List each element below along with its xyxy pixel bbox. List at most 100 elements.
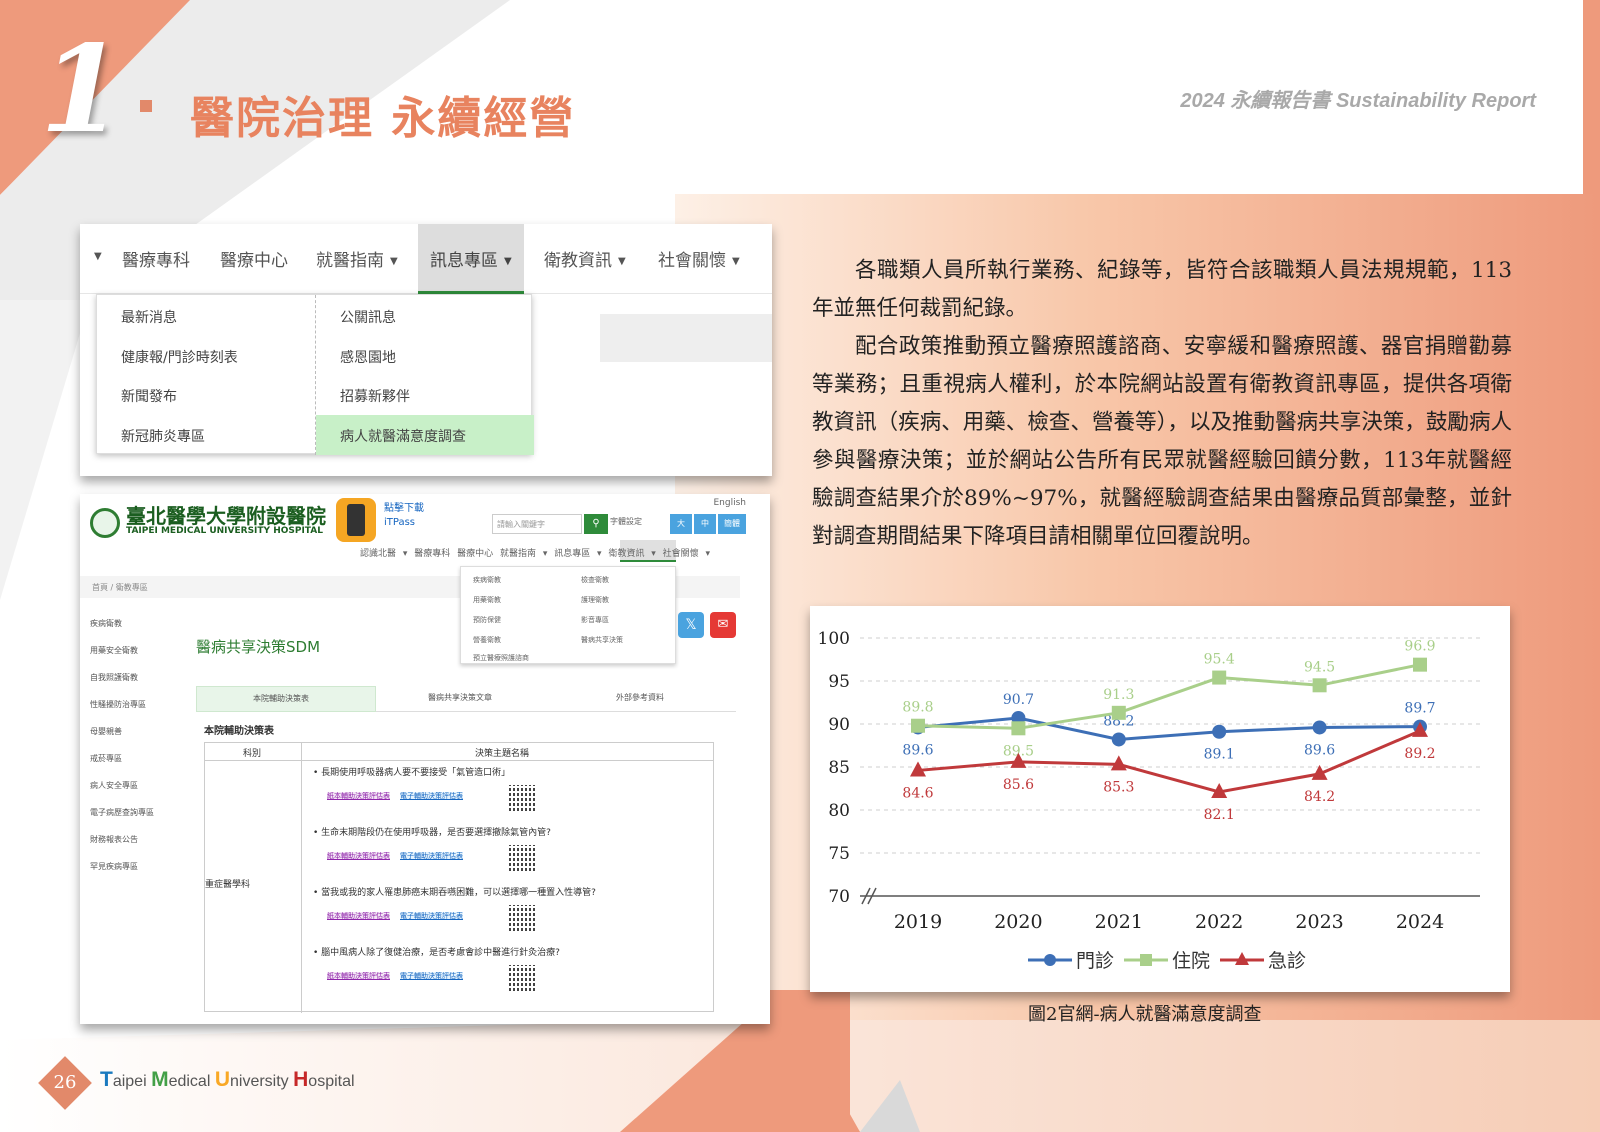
decision-links: 紙本輔助決策評估表 電子輔助決策評估表 xyxy=(327,971,463,981)
y-tick-label: 70 xyxy=(828,887,850,907)
sidebar-item[interactable]: 病人安全專區 xyxy=(90,780,190,807)
dropdown-item[interactable]: 預立醫療照護諮商 xyxy=(473,653,529,663)
dropdown-item[interactable]: 預防保健 xyxy=(473,615,501,625)
background-strip xyxy=(600,314,772,362)
nav-item-guide[interactable]: 就醫指南 ▼ xyxy=(316,246,398,271)
dropdown-item[interactable]: 檢查衛教 xyxy=(581,575,609,585)
sidebar-item[interactable]: 電子病歷查詢專區 xyxy=(90,807,190,834)
report-title: 2024 永續報告書 Sustainability Report xyxy=(1180,90,1536,112)
table-header: 科別 決策主題名稱 xyxy=(205,743,713,761)
y-tick-label: 95 xyxy=(828,672,850,692)
language-button[interactable]: 簡體 xyxy=(718,514,746,534)
tab-external-references[interactable]: 外部參考資料 xyxy=(616,692,664,703)
chevron-down-icon: ▼ xyxy=(504,255,512,267)
dropdown-item[interactable]: 最新消息 xyxy=(121,307,177,327)
data-point xyxy=(1312,678,1327,693)
paper-form-link[interactable]: 紙本輔助決策評估表 xyxy=(327,912,390,920)
data-point xyxy=(1011,721,1026,736)
satisfaction-chart-svg: 100 95 90 85 80 75 70 2019 2020 2021 2022 2023 2024 8… xyxy=(818,629,1480,972)
sidebar-item[interactable]: 母嬰親善 xyxy=(90,726,190,753)
y-tick-label: 90 xyxy=(828,715,850,735)
sidebar-item[interactable]: 戒菸專區 xyxy=(90,753,190,780)
website-screenshot: 臺北醫學大學附設醫院 TAIPEI MEDICAL UNIVERSITY HOS… xyxy=(80,494,770,1024)
nav-item-guide-label: 就醫指南 xyxy=(316,251,384,271)
series-line xyxy=(917,663,1421,730)
sidebar-item[interactable]: 罕見疾病專區 xyxy=(90,861,190,888)
sidebar-item[interactable]: 性騷擾防治專區 xyxy=(90,699,190,726)
x-tick-label: 2023 xyxy=(1295,911,1343,933)
table-title: 本院輔助決策表 xyxy=(204,726,274,737)
nav-item-center[interactable]: 醫療中心 xyxy=(220,246,288,271)
dropdown-item[interactable]: 感恩園地 xyxy=(340,347,396,367)
dropdown-item[interactable]: 營養衛教 xyxy=(473,635,501,645)
font-large-button[interactable]: 大 xyxy=(670,514,692,534)
nav-caret: ▼ xyxy=(94,250,102,262)
nav-bar: ▼ 醫療專科 醫療中心 就醫指南 ▼ 訊息專區 ▼ 衛教資訊 ▼ 社會關懷 ▼ xyxy=(80,224,772,294)
health-info-dropdown: 疾病衛教 用藥衛教 預防保健 營養衛教 預立醫療照護諮商 檢查衛教 護理衛教 影… xyxy=(460,566,676,664)
sidebar-item[interactable]: 財務報表公告 xyxy=(90,834,190,861)
dropdown-item[interactable]: 用藥衛教 xyxy=(473,595,501,605)
page-title: 醫病共享決策SDM xyxy=(196,638,321,656)
footer-letter: M xyxy=(151,1068,169,1091)
nav-item-health-info-label: 衛教資訊 xyxy=(544,251,612,271)
english-link[interactable]: English xyxy=(714,498,747,508)
table-question: • 生命末期階段仍在使用呼吸器，是否要選擇撤除氣管內管? xyxy=(313,828,551,838)
data-label: 89.8 xyxy=(902,700,933,716)
table-question: • 腦中風病人除了復健治療，是否考慮會診中醫進行針灸治療? xyxy=(313,948,560,958)
footer-word: niversity xyxy=(230,1073,294,1090)
legend-label: 門診 xyxy=(1076,950,1114,972)
sidebar-item[interactable]: 疾病衛教 xyxy=(90,618,190,645)
sidebar-item[interactable]: 用藥安全衛教 xyxy=(90,645,190,672)
data-point xyxy=(1413,657,1427,672)
tab-decision-aids[interactable]: 本院輔助決策表 xyxy=(196,686,376,712)
dropdown-item[interactable]: 新冠肺炎專區 xyxy=(121,426,205,446)
paper-form-link[interactable]: 紙本輔助決策評估表 xyxy=(327,852,390,860)
dropdown-item[interactable]: 招募新夥伴 xyxy=(340,386,410,406)
digital-form-link[interactable]: 電子輔助決策評估表 xyxy=(400,792,463,800)
dropdown-item[interactable]: 公關訊息 xyxy=(340,307,396,327)
dropdown-item[interactable]: 新聞發布 xyxy=(121,386,177,406)
web-nav[interactable]: 認識北醫 ▾ 醫療專科 醫療中心 就醫指南 ▾ 訊息專區 ▾ 衛教資訊 ▾ 社會… xyxy=(360,546,710,559)
nav-item-social[interactable]: 社會關懷 ▼ xyxy=(658,246,740,271)
x-tick-label: 2021 xyxy=(1095,911,1143,933)
footer-letter: H xyxy=(293,1068,309,1091)
data-label: 95.4 xyxy=(1204,652,1235,668)
app-download-label[interactable]: 點擊下載 iTPass xyxy=(384,502,424,530)
y-tick-label: 75 xyxy=(828,844,850,864)
nav-item-health-info[interactable]: 衛教資訊 ▼ xyxy=(544,246,626,271)
chevron-down-icon: ▼ xyxy=(618,255,626,267)
satisfaction-chart: 100 95 90 85 80 75 70 2019 2020 2021 2022 2023 2024 8… xyxy=(810,606,1510,992)
x-share-icon[interactable]: 𝕏 xyxy=(678,612,704,638)
search-icon[interactable]: ⚲ xyxy=(584,514,608,534)
body-paragraph-1: 各職類人員所執行業務、紀錄等，皆符合該職類人員法規規範，113年並無任何裁罰紀錄… xyxy=(812,258,1512,321)
data-label: 90.7 xyxy=(1003,692,1034,708)
sidebar-item[interactable]: 自我照護衛教 xyxy=(90,672,190,699)
dropdown-item[interactable]: 健康報/門診時刻表 xyxy=(121,347,238,367)
data-label: 91.3 xyxy=(1103,687,1134,703)
paper-form-link[interactable]: 紙本輔助決策評估表 xyxy=(327,792,390,800)
nav-item-news-label: 訊息專區 xyxy=(430,251,498,271)
search-input[interactable]: 請輸入關鍵字 xyxy=(492,514,582,534)
dropdown-item-satisfaction-survey[interactable]: 病人就醫滿意度調查 xyxy=(340,426,466,446)
dropdown-item[interactable]: 醫病共享決策 xyxy=(581,635,623,645)
paper-form-link[interactable]: 紙本輔助決策評估表 xyxy=(327,972,390,980)
dropdown-item[interactable]: 影音專區 xyxy=(581,615,609,625)
font-medium-button[interactable]: 中 xyxy=(694,514,716,534)
news-dropdown: 最新消息 健康報/門診時刻表 新聞發布 新冠肺炎專區 公關訊息 感恩園地 招募新… xyxy=(96,294,534,455)
tab-sdm-articles[interactable]: 醫病共享決策文章 xyxy=(428,692,492,703)
digital-form-link[interactable]: 電子輔助決策評估表 xyxy=(400,852,463,860)
dropdown-item[interactable]: 護理衛教 xyxy=(581,595,609,605)
digital-form-link[interactable]: 電子輔助決策評估表 xyxy=(400,972,463,980)
dropdown-item[interactable]: 疾病衛教 xyxy=(473,575,501,585)
data-point xyxy=(1111,705,1126,720)
mail-share-icon[interactable]: ✉ xyxy=(710,612,736,638)
phone-app-icon[interactable] xyxy=(336,498,376,542)
digital-form-link[interactable]: 電子輔助決策評估表 xyxy=(400,912,463,920)
chart-caption: 圖2官網-病人就醫滿意度調查 xyxy=(1028,1004,1262,1025)
y-tick-label: 85 xyxy=(828,758,850,778)
data-label: 94.5 xyxy=(1304,659,1335,675)
chevron-down-icon: ▼ xyxy=(732,255,740,267)
nav-item-news[interactable]: 訊息專區 ▼ xyxy=(418,224,524,294)
font-size-label: 字體設定 xyxy=(610,517,642,526)
nav-item-specialty[interactable]: 醫療專科 xyxy=(122,246,190,271)
